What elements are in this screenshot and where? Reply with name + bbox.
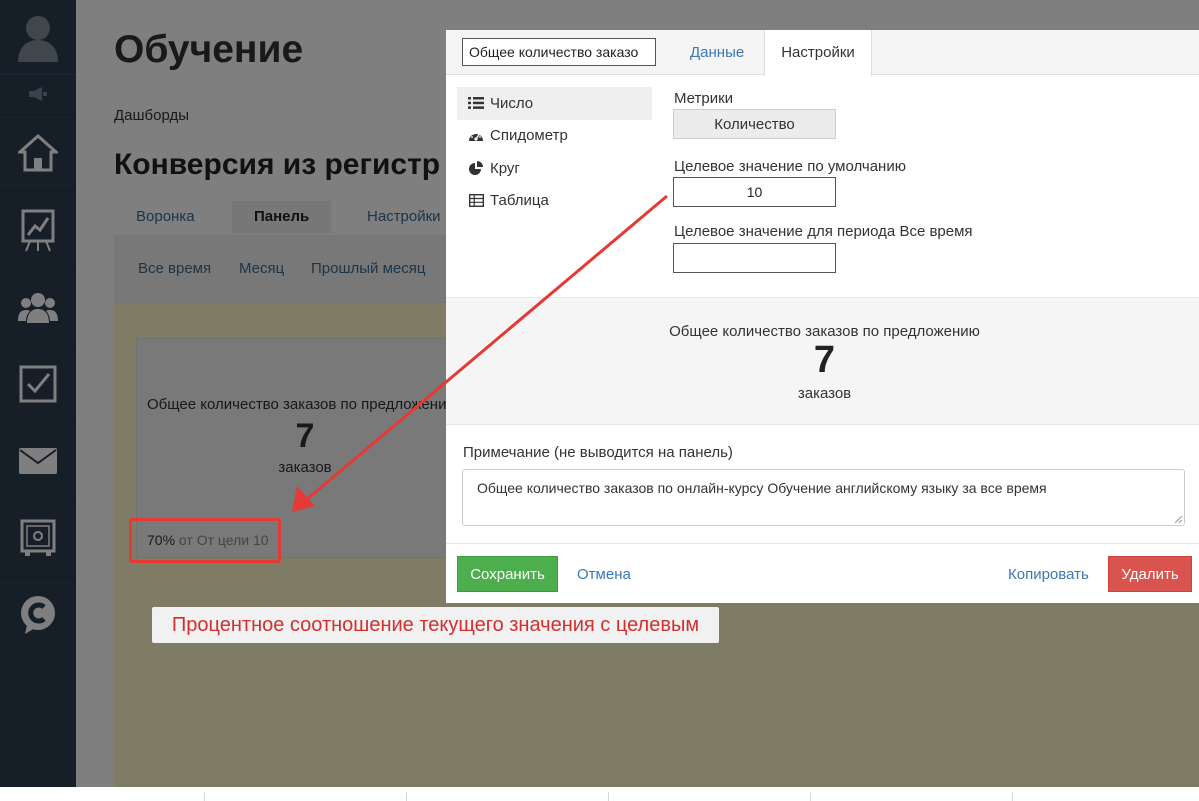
- preview-title: Общее количество заказов по предложению: [669, 323, 980, 340]
- ruler-tick: [1012, 792, 1013, 801]
- metrics-label: Метрики: [674, 90, 734, 107]
- viz-label-speedometer: Спидометр: [490, 127, 568, 145]
- annotation-highlight-box: [129, 518, 281, 563]
- ruler-tick: [608, 792, 609, 801]
- delete-button[interactable]: Удалить: [1108, 556, 1192, 592]
- widget-preview: Общее количество заказов по предложению …: [446, 297, 1199, 425]
- period-target-label: Целевое значение для периода Все время: [674, 223, 973, 240]
- tab-data[interactable]: Данные: [690, 30, 744, 75]
- note-textarea[interactable]: Общее количество заказов по онлайн-курсу…: [462, 469, 1185, 526]
- viz-label-pie: Круг: [490, 159, 520, 177]
- viz-label-table: Таблица: [490, 192, 549, 210]
- viz-option-pie[interactable]: Круг: [457, 152, 652, 185]
- bottom-strip: [0, 787, 1199, 801]
- save-button[interactable]: Сохранить: [457, 556, 558, 592]
- annotation-callout: Процентное соотношение текущего значения…: [152, 607, 719, 643]
- viz-option-speedometer[interactable]: Спидометр: [457, 120, 652, 153]
- viz-label-number: Число: [490, 94, 534, 112]
- default-target-label: Целевое значение по умолчанию: [674, 158, 906, 175]
- ruler-tick: [406, 792, 407, 801]
- viz-option-table[interactable]: Таблица: [457, 185, 652, 218]
- ruler-tick: [204, 792, 205, 801]
- default-target-input[interactable]: [673, 177, 836, 207]
- copy-button[interactable]: Копировать: [1008, 556, 1089, 592]
- cancel-button[interactable]: Отмена: [577, 556, 631, 592]
- resize-grip-icon[interactable]: [1173, 514, 1183, 524]
- speedometer-icon: [468, 129, 484, 143]
- table-icon: [468, 194, 484, 208]
- visualization-type-list: Число Спидометр Круг Таблица: [457, 87, 652, 217]
- modal-footer: Сохранить Отмена Копировать Удалить: [446, 543, 1199, 603]
- note-label: Примечание (не выводится на панель): [463, 444, 733, 461]
- widget-title-input[interactable]: [462, 38, 656, 66]
- preview-unit: заказов: [797, 385, 852, 402]
- metric-count-button[interactable]: Количество: [673, 109, 836, 139]
- preview-value: 7: [813, 339, 836, 381]
- tab-settings-active[interactable]: Настройки: [764, 30, 872, 76]
- list-icon: [468, 96, 484, 110]
- widget-settings-modal: Данные Настройки Число Спидометр Круг: [446, 30, 1199, 603]
- ruler-tick: [810, 792, 811, 801]
- modal-header: Данные Настройки: [446, 30, 1199, 76]
- pie-icon: [468, 161, 484, 176]
- period-target-input[interactable]: [673, 243, 836, 273]
- viz-option-number[interactable]: Число: [457, 87, 652, 120]
